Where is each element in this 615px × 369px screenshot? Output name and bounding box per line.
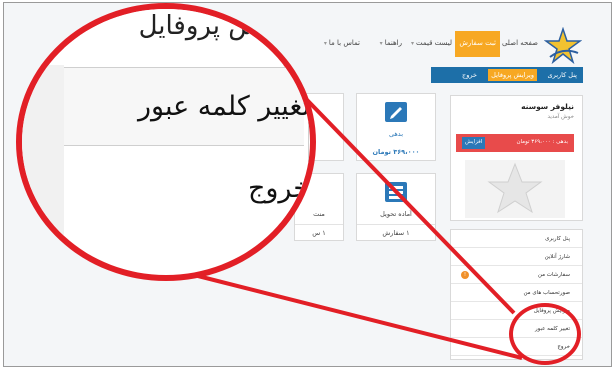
magnified-change-password[interactable]: تغییر کلمه عبور	[138, 91, 310, 122]
magnified-menu: ویرایش پروفایل تغییر کلمه عبور خروج	[22, 9, 310, 275]
target-highlight-circle	[509, 303, 581, 365]
screenshot-frame: صفحه اصلی ثبت سفارش لیست قیمت▾ راهنما▾ ت…	[3, 2, 612, 367]
magnifier-circle: ویرایش پروفایل تغییر کلمه عبور خروج	[16, 3, 316, 281]
magnified-background	[22, 65, 64, 275]
magnified-logout[interactable]: خروج	[248, 173, 310, 204]
magnified-edit-profile[interactable]: ویرایش پروفایل	[139, 11, 310, 41]
